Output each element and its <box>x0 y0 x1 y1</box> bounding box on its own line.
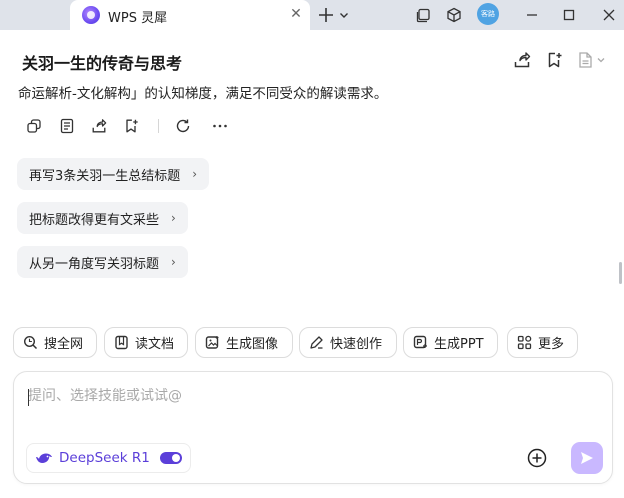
prompt-input[interactable] <box>28 388 588 404</box>
suggestion-label: 把标题改得更有文采些 <box>29 212 160 228</box>
text-caret <box>28 389 29 406</box>
tool-label: 生成PPT <box>434 337 484 352</box>
tool-generate-ppt[interactable]: 生成PPT <box>403 327 498 358</box>
action-divider <box>158 119 159 133</box>
ppt-icon <box>413 335 427 349</box>
close-window-icon[interactable] <box>599 5 619 25</box>
send-button[interactable] <box>571 442 603 474</box>
model-label: DeepSeek R1 <box>59 450 150 466</box>
scrollbar[interactable] <box>619 262 622 284</box>
bookmark-add-icon[interactable] <box>544 50 564 70</box>
model-toggle[interactable] <box>159 452 182 464</box>
suggestion-chip[interactable]: 把标题改得更有文采些 › <box>17 202 188 234</box>
browser-tab[interactable]: WPS 灵犀 ✕ <box>70 0 310 30</box>
user-avatar[interactable]: 客路 <box>477 3 499 25</box>
chevron-right-icon: › <box>171 255 176 269</box>
tool-quick-create[interactable]: 快速创作 <box>299 327 397 358</box>
more-options-icon[interactable] <box>210 116 230 136</box>
share-icon[interactable] <box>89 116 109 136</box>
book-icon <box>115 335 128 350</box>
send-icon <box>581 452 593 464</box>
copy-icon[interactable] <box>24 116 44 136</box>
suggestion-label: 从另一角度写关羽标题 <box>29 256 160 272</box>
tool-label: 搜全网 <box>44 337 84 352</box>
bookmark-add-icon[interactable] <box>121 116 141 136</box>
tab-title: WPS 灵犀 <box>108 11 168 26</box>
suggestion-chip[interactable]: 从另一角度写关羽标题 › <box>17 246 188 278</box>
tool-search-web[interactable]: 搜全网 <box>13 327 97 358</box>
deepseek-whale-icon <box>36 453 52 463</box>
title-bar: WPS 灵犀 ✕ 客路 <box>0 0 624 30</box>
minimize-icon[interactable] <box>522 5 542 25</box>
tool-label: 更多 <box>538 337 565 352</box>
tool-generate-image[interactable]: 生成图像 <box>195 327 293 358</box>
suggestion-label: 再写3条关羽一生总结标题 <box>29 168 181 184</box>
maximize-icon[interactable] <box>559 5 579 25</box>
assistant-message-text: 命运解析-文化解构」的认知梯度，满足不同受众的解读需求。 <box>18 86 388 102</box>
regenerate-icon[interactable] <box>173 116 193 136</box>
window-list-icon[interactable] <box>413 5 433 25</box>
chevron-right-icon: › <box>192 167 198 181</box>
cube-icon[interactable] <box>444 5 464 25</box>
tool-label: 生成图像 <box>226 337 279 352</box>
model-selector[interactable]: DeepSeek R1 <box>26 443 191 473</box>
document-export-icon[interactable] <box>577 50 607 70</box>
new-tab-icon[interactable] <box>316 5 336 25</box>
suggestion-chip[interactable]: 再写3条关羽一生总结标题 › <box>17 158 210 190</box>
close-tab-icon[interactable]: ✕ <box>286 4 306 24</box>
search-icon <box>23 335 38 350</box>
document-icon[interactable] <box>57 116 77 136</box>
tool-more[interactable]: 更多 <box>507 327 578 358</box>
chat-composer: DeepSeek R1 <box>13 371 613 484</box>
page-title: 关羽一生的传奇与思考 <box>22 54 183 73</box>
pen-icon <box>310 336 323 349</box>
tool-read-document[interactable]: 读文档 <box>104 327 188 358</box>
add-attachment-icon[interactable] <box>526 447 548 469</box>
grid-icon <box>517 335 532 350</box>
tool-label: 快速创作 <box>330 337 383 352</box>
chevron-right-icon: › <box>171 211 176 225</box>
image-icon <box>205 336 219 349</box>
wps-lingxi-logo-icon <box>82 6 100 24</box>
share-icon[interactable] <box>512 50 532 70</box>
chevron-down-icon[interactable] <box>337 5 351 25</box>
tool-label: 读文档 <box>135 337 175 352</box>
